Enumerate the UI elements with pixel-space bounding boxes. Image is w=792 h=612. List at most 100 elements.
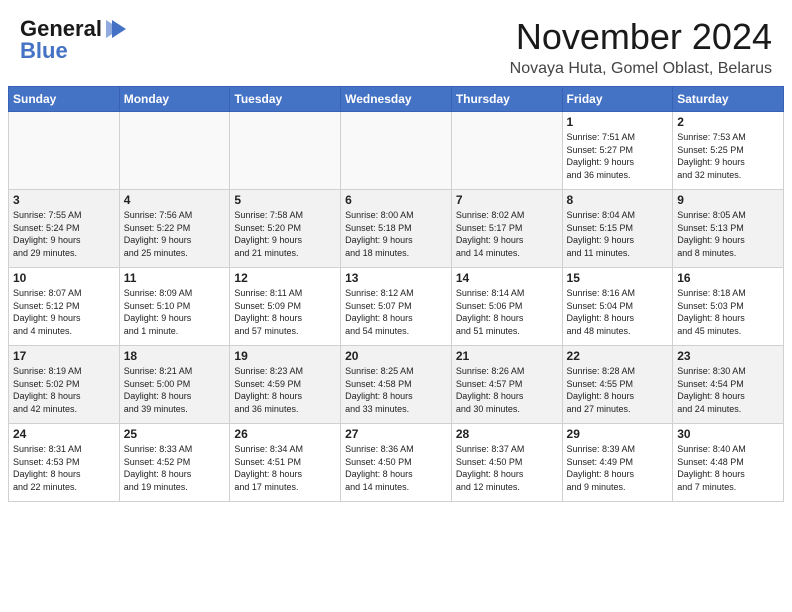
day-number: 1: [567, 115, 669, 129]
day-info: Sunrise: 8:33 AM Sunset: 4:52 PM Dayligh…: [124, 443, 226, 493]
col-header-wednesday: Wednesday: [341, 87, 452, 112]
day-number: 6: [345, 193, 447, 207]
day-info: Sunrise: 8:04 AM Sunset: 5:15 PM Dayligh…: [567, 209, 669, 259]
calendar-cell: 18Sunrise: 8:21 AM Sunset: 5:00 PM Dayli…: [119, 346, 230, 424]
day-number: 25: [124, 427, 226, 441]
calendar-cell: 7 Sunrise: 8:02 AM Sunset: 5:17 PM Daylig…: [451, 190, 562, 268]
calendar-cell: 1 Sunrise: 7:51 AM Sunset: 5:27 PM Daylig…: [562, 112, 673, 190]
day-number: 13: [345, 271, 447, 285]
week-row-1: 1 Sunrise: 7:51 AM Sunset: 5:27 PM Daylig…: [9, 112, 784, 190]
day-number: 17: [13, 349, 115, 363]
day-number: 7: [456, 193, 558, 207]
calendar-cell: 5 Sunrise: 7:58 AM Sunset: 5:20 PM Daylig…: [230, 190, 341, 268]
day-info: Sunrise: 7:53 AM Sunset: 5:25 PM Dayligh…: [677, 131, 779, 181]
calendar-cell: 19Sunrise: 8:23 AM Sunset: 4:59 PM Dayli…: [230, 346, 341, 424]
calendar-cell: 23Sunrise: 8:30 AM Sunset: 4:54 PM Dayli…: [673, 346, 784, 424]
calendar-cell: 14 Sunrise: 8:14 AM Sunset: 5:06 PM Dayli…: [451, 268, 562, 346]
col-header-sunday: Sunday: [9, 87, 120, 112]
calendar-cell: 27Sunrise: 8:36 AM Sunset: 4:50 PM Dayli…: [341, 424, 452, 502]
day-info: Sunrise: 8:25 AM Sunset: 4:58 PM Dayligh…: [345, 365, 447, 415]
day-info: Sunrise: 8:40 AM Sunset: 4:48 PM Dayligh…: [677, 443, 779, 493]
calendar-header-row: SundayMondayTuesdayWednesdayThursdayFrid…: [9, 87, 784, 112]
calendar-cell: 6 Sunrise: 8:00 AM Sunset: 5:18 PM Daylig…: [341, 190, 452, 268]
day-info: Sunrise: 7:55 AM Sunset: 5:24 PM Dayligh…: [13, 209, 115, 259]
day-number: 28: [456, 427, 558, 441]
title-block: November 2024 Novaya Huta, Gomel Oblast,…: [510, 16, 772, 78]
calendar-cell: 24Sunrise: 8:31 AM Sunset: 4:53 PM Dayli…: [9, 424, 120, 502]
day-number: 16: [677, 271, 779, 285]
logo-icon: [104, 16, 130, 42]
day-info: Sunrise: 8:07 AM Sunset: 5:12 PM Dayligh…: [13, 287, 115, 337]
calendar-cell: 4 Sunrise: 7:56 AM Sunset: 5:22 PM Daylig…: [119, 190, 230, 268]
day-info: Sunrise: 7:58 AM Sunset: 5:20 PM Dayligh…: [234, 209, 336, 259]
calendar-cell: 20 Sunrise: 8:25 AM Sunset: 4:58 PM Dayli…: [341, 346, 452, 424]
calendar-cell: 30Sunrise: 8:40 AM Sunset: 4:48 PM Dayli…: [673, 424, 784, 502]
calendar-cell: 25 Sunrise: 8:33 AM Sunset: 4:52 PM Dayli…: [119, 424, 230, 502]
calendar-cell: 21 Sunrise: 8:26 AM Sunset: 4:57 PM Dayli…: [451, 346, 562, 424]
calendar-cell: 16 Sunrise: 8:18 AM Sunset: 5:03 PM Dayli…: [673, 268, 784, 346]
day-info: Sunrise: 8:09 AM Sunset: 5:10 PM Dayligh…: [124, 287, 226, 337]
day-info: Sunrise: 8:12 AM Sunset: 5:07 PM Dayligh…: [345, 287, 447, 337]
day-info: Sunrise: 8:34 AM Sunset: 4:51 PM Dayligh…: [234, 443, 336, 493]
calendar-cell: 22Sunrise: 8:28 AM Sunset: 4:55 PM Dayli…: [562, 346, 673, 424]
calendar-cell: 26Sunrise: 8:34 AM Sunset: 4:51 PM Dayli…: [230, 424, 341, 502]
day-info: Sunrise: 8:16 AM Sunset: 5:04 PM Dayligh…: [567, 287, 669, 337]
day-number: 8: [567, 193, 669, 207]
day-number: 21: [456, 349, 558, 363]
day-number: 12: [234, 271, 336, 285]
day-number: 5: [234, 193, 336, 207]
day-info: Sunrise: 8:28 AM Sunset: 4:55 PM Dayligh…: [567, 365, 669, 415]
month-title: November 2024: [510, 16, 772, 58]
calendar-cell: 12 Sunrise: 8:11 AM Sunset: 5:09 PM Dayli…: [230, 268, 341, 346]
col-header-saturday: Saturday: [673, 87, 784, 112]
calendar-cell: 9 Sunrise: 8:05 AM Sunset: 5:13 PM Daylig…: [673, 190, 784, 268]
week-row-2: 3 Sunrise: 7:55 AM Sunset: 5:24 PM Daylig…: [9, 190, 784, 268]
calendar-cell: [119, 112, 230, 190]
day-number: 15: [567, 271, 669, 285]
logo: General Blue: [20, 16, 130, 63]
day-info: Sunrise: 8:37 AM Sunset: 4:50 PM Dayligh…: [456, 443, 558, 493]
calendar-cell: 10Sunrise: 8:07 AM Sunset: 5:12 PM Dayli…: [9, 268, 120, 346]
page-header: General Blue November 2024 Novaya Huta, …: [0, 0, 792, 86]
day-info: Sunrise: 8:31 AM Sunset: 4:53 PM Dayligh…: [13, 443, 115, 493]
day-number: 2: [677, 115, 779, 129]
day-info: Sunrise: 8:23 AM Sunset: 4:59 PM Dayligh…: [234, 365, 336, 415]
col-header-monday: Monday: [119, 87, 230, 112]
day-number: 29: [567, 427, 669, 441]
day-info: Sunrise: 8:11 AM Sunset: 5:09 PM Dayligh…: [234, 287, 336, 337]
day-info: Sunrise: 8:30 AM Sunset: 4:54 PM Dayligh…: [677, 365, 779, 415]
day-number: 3: [13, 193, 115, 207]
day-info: Sunrise: 8:05 AM Sunset: 5:13 PM Dayligh…: [677, 209, 779, 259]
logo-text: General Blue: [20, 16, 130, 63]
day-number: 18: [124, 349, 226, 363]
calendar-cell: [451, 112, 562, 190]
calendar-cell: 28 Sunrise: 8:37 AM Sunset: 4:50 PM Dayli…: [451, 424, 562, 502]
week-row-5: 24Sunrise: 8:31 AM Sunset: 4:53 PM Dayli…: [9, 424, 784, 502]
day-info: Sunrise: 8:14 AM Sunset: 5:06 PM Dayligh…: [456, 287, 558, 337]
calendar-cell: [230, 112, 341, 190]
day-info: Sunrise: 8:18 AM Sunset: 5:03 PM Dayligh…: [677, 287, 779, 337]
day-number: 20: [345, 349, 447, 363]
day-number: 14: [456, 271, 558, 285]
day-number: 9: [677, 193, 779, 207]
col-header-tuesday: Tuesday: [230, 87, 341, 112]
calendar-cell: [9, 112, 120, 190]
calendar-cell: 2 Sunrise: 7:53 AM Sunset: 5:25 PM Daylig…: [673, 112, 784, 190]
day-info: Sunrise: 8:02 AM Sunset: 5:17 PM Dayligh…: [456, 209, 558, 259]
day-number: 11: [124, 271, 226, 285]
calendar-cell: 8 Sunrise: 8:04 AM Sunset: 5:15 PM Daylig…: [562, 190, 673, 268]
calendar-cell: 3 Sunrise: 7:55 AM Sunset: 5:24 PM Daylig…: [9, 190, 120, 268]
day-info: Sunrise: 8:26 AM Sunset: 4:57 PM Dayligh…: [456, 365, 558, 415]
day-info: Sunrise: 8:00 AM Sunset: 5:18 PM Dayligh…: [345, 209, 447, 259]
calendar-table: SundayMondayTuesdayWednesdayThursdayFrid…: [8, 86, 784, 502]
week-row-3: 10Sunrise: 8:07 AM Sunset: 5:12 PM Dayli…: [9, 268, 784, 346]
calendar-cell: [341, 112, 452, 190]
day-number: 4: [124, 193, 226, 207]
day-info: Sunrise: 8:39 AM Sunset: 4:49 PM Dayligh…: [567, 443, 669, 493]
calendar-cell: 15 Sunrise: 8:16 AM Sunset: 5:04 PM Dayli…: [562, 268, 673, 346]
calendar-cell: 29 Sunrise: 8:39 AM Sunset: 4:49 PM Dayli…: [562, 424, 673, 502]
calendar-cell: 17Sunrise: 8:19 AM Sunset: 5:02 PM Dayli…: [9, 346, 120, 424]
day-info: Sunrise: 7:51 AM Sunset: 5:27 PM Dayligh…: [567, 131, 669, 181]
day-info: Sunrise: 7:56 AM Sunset: 5:22 PM Dayligh…: [124, 209, 226, 259]
location-subtitle: Novaya Huta, Gomel Oblast, Belarus: [510, 60, 772, 78]
